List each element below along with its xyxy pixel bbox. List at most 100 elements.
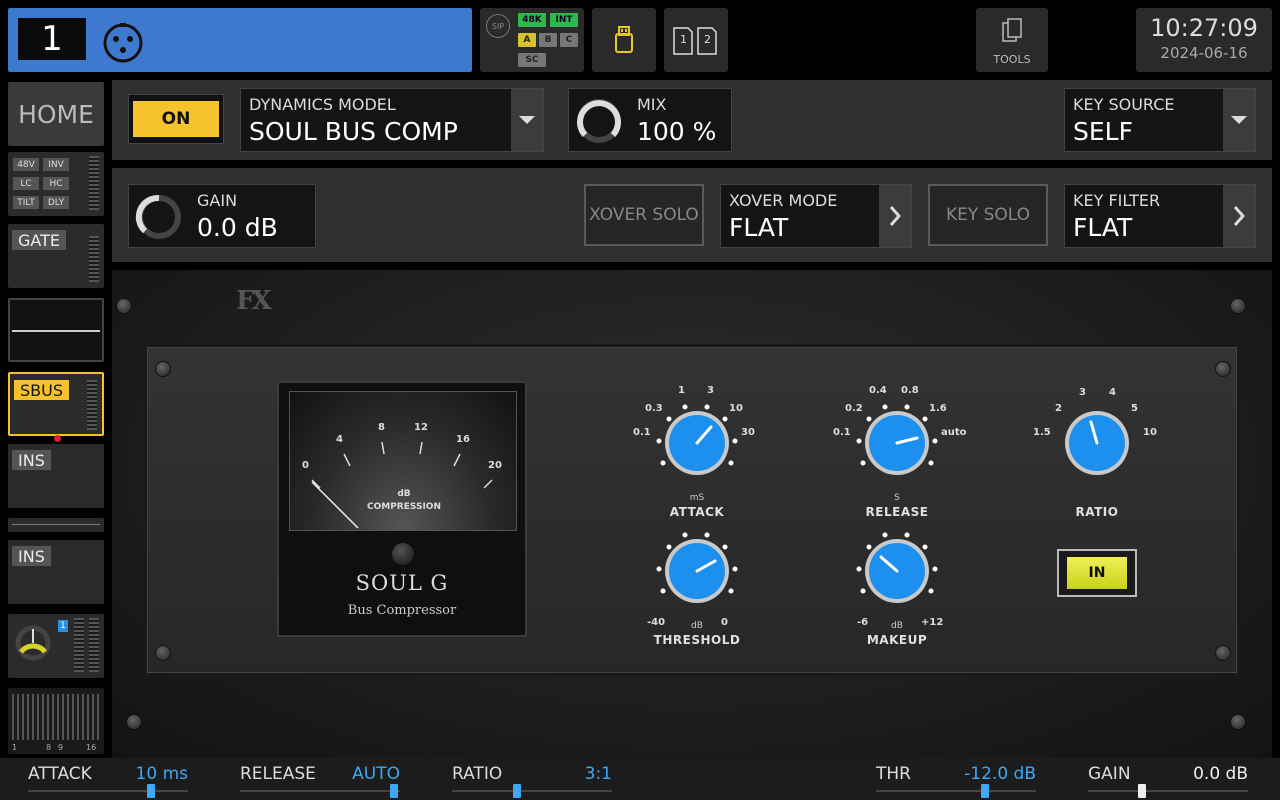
clock-time: 10:27:09 (1150, 14, 1258, 42)
bus-badge: 1 (58, 620, 68, 632)
meter-scale-20: 20 (488, 460, 502, 471)
gate-label: GATE (12, 230, 66, 250)
gain-knob-icon (135, 194, 181, 239)
sbus-label: SBUS (14, 380, 69, 400)
release-scale-01: 0.1 (833, 427, 851, 438)
in-label: IN (1067, 557, 1127, 589)
tools-button[interactable]: TOOLS (976, 8, 1048, 72)
meter-scale-4: 4 (336, 434, 343, 445)
insert-1-button[interactable]: INS (8, 444, 104, 508)
attack-scale-10: 10 (729, 403, 743, 414)
key-solo-button[interactable]: KEY SOLO (928, 184, 1048, 246)
on-label: ON (133, 101, 219, 137)
key-filter-select[interactable]: KEY FILTER FLAT (1064, 184, 1256, 248)
release-param[interactable]: RELEASE AUTO (240, 758, 400, 800)
eq-section-button[interactable] (8, 298, 104, 362)
threshold-unit: dB (691, 621, 703, 631)
channel-strip-nav: HOME 48V INV LC HC TILT DLY GATE SBUS IN… (0, 78, 112, 758)
channel-selector[interactable]: 1 (8, 8, 472, 72)
mix-value: 100 % (637, 117, 717, 146)
dynamics-model-select[interactable]: DYNAMICS MODEL SOUL BUS COMP (240, 88, 544, 152)
bus-sends-overview[interactable]: 1 8 9 16 (8, 688, 104, 754)
screw-icon (155, 645, 171, 661)
attack-scale-03: 0.3 (645, 403, 663, 414)
pan-section-button[interactable]: 1 (8, 614, 104, 678)
sends-bars (12, 694, 100, 740)
threshold-knob[interactable] (645, 519, 749, 623)
release-param-value: AUTO (352, 764, 400, 784)
gain-slider-thumb[interactable] (1138, 784, 1146, 798)
bus-meter-left (74, 618, 84, 672)
dynamics-header-row: ON DYNAMICS MODEL SOUL BUS COMP MIX 100 … (112, 80, 1272, 160)
xover-solo-button[interactable]: XOVER SOLO (584, 184, 704, 246)
threshold-min: -40 (647, 617, 666, 628)
eq-curve-preview (12, 330, 100, 332)
threshold-param-name: THR (876, 764, 911, 784)
release-slider-thumb[interactable] (390, 784, 398, 798)
ratio-param[interactable]: RATIO 3:1 (452, 758, 612, 800)
key-source-select[interactable]: KEY SOURCE SELF (1064, 88, 1256, 152)
meter-scale-8: 8 (378, 422, 385, 433)
top-bar: 1 SIP 48K INT A B C SC 1 2 TOOLS 10:27:0… (0, 0, 1280, 78)
compressor-in-button[interactable]: IN (1057, 549, 1137, 597)
screw-icon (1215, 361, 1231, 377)
ratio-scale-10: 10 (1143, 427, 1157, 438)
key-filter-label: KEY FILTER (1073, 191, 1161, 210)
status-indicators[interactable]: SIP 48K INT A B C SC (480, 8, 584, 72)
home-button[interactable]: HOME (8, 82, 104, 146)
tilt-indicator: TILT (13, 196, 39, 209)
dynamics-model-label: DYNAMICS MODEL (249, 95, 396, 114)
mix-control[interactable]: MIX 100 % (568, 88, 732, 152)
send-slider[interactable] (8, 518, 104, 532)
gate-section-button[interactable]: GATE (8, 224, 104, 288)
sip-indicator: SIP (486, 14, 510, 38)
scale-start: 1 (12, 743, 18, 752)
sd-card-2-label: 2 (704, 33, 711, 46)
insert-2-button[interactable]: INS (8, 540, 104, 604)
gain-control[interactable]: GAIN 0.0 dB (128, 184, 316, 248)
attack-scale-01: 0.1 (633, 427, 651, 438)
insert-2-label: INS (12, 546, 51, 566)
screw-icon (1230, 714, 1246, 730)
gain-param[interactable]: GAIN 0.0 dB (1088, 758, 1248, 800)
scale-8: 8 (46, 743, 52, 752)
threshold-param-value: -12.0 dB (964, 764, 1036, 784)
threshold-param[interactable]: THR -12.0 dB (876, 758, 1036, 800)
sd-card-status[interactable]: 1 2 (664, 8, 728, 72)
attack-param[interactable]: ATTACK 10 ms (28, 758, 188, 800)
chevron-down-icon (511, 89, 543, 151)
ratio-scale-4: 4 (1109, 387, 1116, 398)
input-section-button[interactable]: 48V INV LC HC TILT DLY (8, 152, 104, 216)
chevron-right-icon (879, 185, 911, 247)
scale-16: 16 (86, 743, 97, 752)
dynamics-section-button[interactable]: SBUS (8, 372, 104, 442)
makeup-label: MAKEUP (866, 633, 928, 647)
threshold-slider-track (876, 790, 1036, 792)
dynamics-on-button[interactable]: ON (128, 94, 224, 144)
threshold-max: 0 (721, 617, 728, 628)
dynamics-model-value: SOUL BUS COMP (249, 117, 458, 146)
xover-mode-select[interactable]: XOVER MODE FLAT (720, 184, 912, 248)
meter-scale-0: 0 (302, 460, 309, 471)
meter-zero-screw[interactable] (392, 543, 414, 565)
meter-scale-12: 12 (414, 422, 428, 433)
usb-status[interactable] (592, 8, 656, 72)
xlr-connector-icon (103, 23, 143, 63)
screw-icon (1230, 298, 1246, 314)
attack-scale-3: 3 (707, 385, 714, 396)
xover-mode-label: XOVER MODE (729, 191, 838, 210)
parameter-bar: ATTACK 10 ms RELEASE AUTO RATIO 3:1 THR … (0, 758, 1280, 800)
ratio-scale-5: 5 (1131, 403, 1138, 414)
dynamics-options-row: GAIN 0.0 dB XOVER SOLO XOVER MODE FLAT K… (112, 168, 1272, 262)
attack-slider-thumb[interactable] (147, 784, 155, 798)
attack-label: ATTACK (669, 505, 725, 519)
ratio-slider-thumb[interactable] (513, 784, 521, 798)
threshold-slider-thumb[interactable] (981, 784, 989, 798)
screw-icon (1215, 645, 1231, 661)
xover-mode-value: FLAT (729, 213, 789, 242)
meter-scale-16: 16 (456, 434, 470, 445)
makeup-knob[interactable] (845, 519, 949, 623)
key-source-label: KEY SOURCE (1073, 95, 1175, 114)
high-cut-indicator: HC (43, 177, 69, 190)
insert-1-label: INS (12, 450, 51, 470)
